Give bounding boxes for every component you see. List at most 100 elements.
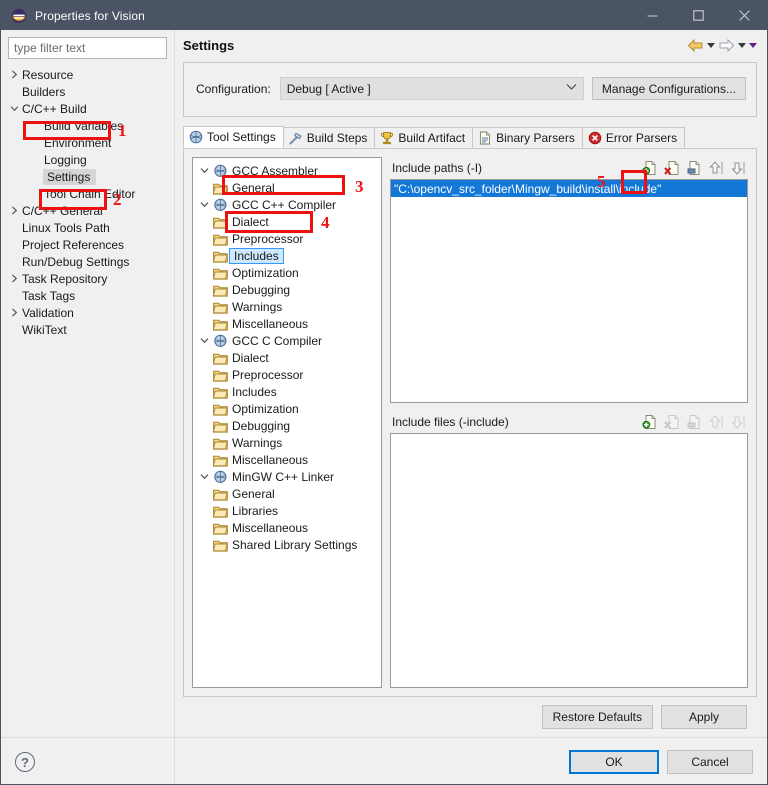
tool-tree-general[interactable]: General	[193, 179, 381, 196]
tool-tree-gcc-assembler[interactable]: GCC Assembler	[193, 162, 381, 179]
navigation-arrows	[687, 38, 757, 53]
tab-build-steps[interactable]: Build Steps	[282, 127, 376, 148]
tool-tree-gcc-c-compiler[interactable]: GCC C Compiler	[193, 332, 381, 349]
tool-tree-miscellaneous[interactable]: Miscellaneous	[193, 519, 381, 536]
chevron-right-icon[interactable]	[7, 274, 21, 283]
sidebar-item-settings[interactable]: Settings	[1, 168, 174, 185]
back-dropdown-icon[interactable]	[707, 43, 715, 48]
sidebar-item-wikitext[interactable]: WikiText	[1, 321, 174, 338]
tab-tool-settings[interactable]: Tool Settings	[183, 126, 284, 148]
restore-defaults-button[interactable]: Restore Defaults	[541, 705, 653, 729]
chevron-right-icon[interactable]	[7, 308, 21, 317]
tool-tree-label: Optimization	[232, 265, 299, 280]
sidebar-item-resource[interactable]: Resource	[1, 66, 174, 83]
settings-header: Settings	[175, 30, 767, 61]
tool-tree-includes[interactable]: Includes	[193, 383, 381, 400]
minimize-button[interactable]	[629, 1, 675, 30]
chevron-down-icon[interactable]	[197, 336, 212, 345]
forward-dropdown-icon[interactable]	[738, 43, 746, 48]
tool-tree-miscellaneous[interactable]: Miscellaneous	[193, 451, 381, 468]
sidebar-item-label: Resource	[22, 67, 74, 82]
sidebar-item-logging[interactable]: Logging	[1, 151, 174, 168]
folder-icon	[212, 181, 229, 195]
tool-tree-libraries[interactable]: Libraries	[193, 502, 381, 519]
chevron-right-icon[interactable]	[7, 70, 21, 79]
property-page-tree[interactable]: Resource Builders C/C++ Build Build Variabl…	[1, 63, 174, 737]
tool-tree-dialect[interactable]: Dialect	[193, 213, 381, 230]
include-files-add-button[interactable]	[641, 414, 658, 431]
sidebar-item-build-variables[interactable]: Build Variables	[1, 117, 174, 134]
include-files-edit-button[interactable]	[685, 414, 702, 431]
chevron-right-icon[interactable]	[7, 206, 21, 215]
tool-tree-label: Miscellaneous	[232, 316, 309, 331]
tab-binary-parsers[interactable]: Binary Parsers	[472, 127, 583, 148]
include-files-list[interactable]	[390, 433, 748, 688]
include-paths-add-button[interactable]	[641, 160, 658, 177]
include-files-move-up-button[interactable]	[707, 414, 724, 431]
tool-tree-warnings[interactable]: Warnings	[193, 434, 381, 451]
sidebar-item-project-references[interactable]: Project References	[1, 236, 174, 253]
back-arrow-icon[interactable]	[687, 38, 704, 53]
include-files-delete-button[interactable]	[663, 414, 680, 431]
tool-tree-warnings[interactable]: Warnings	[193, 298, 381, 315]
tool-options-tree[interactable]: GCC Assembler General GCC C++ Compiler Dial…	[192, 157, 382, 688]
forward-arrow-icon[interactable]	[718, 38, 735, 53]
tool-tree-preprocessor[interactable]: Preprocessor	[193, 366, 381, 383]
include-paths-header: Include paths (-I)	[390, 157, 748, 179]
tool-tree-gcc-cpp-compiler[interactable]: GCC C++ Compiler	[193, 196, 381, 213]
include-paths-move-down-button[interactable]	[729, 160, 746, 177]
tool-tree-general[interactable]: General	[193, 485, 381, 502]
eclipse-icon	[10, 7, 27, 24]
close-button[interactable]	[721, 1, 767, 30]
tool-tree-optimization[interactable]: Optimization	[193, 264, 381, 281]
sidebar-item-environment[interactable]: Environment	[1, 134, 174, 151]
apply-button[interactable]: Apply	[661, 705, 747, 729]
filter-input[interactable]	[8, 37, 167, 59]
include-paths-list[interactable]: "C:\opencv_src_folder\Mingw_build\instal…	[390, 179, 748, 403]
include-paths-move-up-button[interactable]	[707, 160, 724, 177]
tab-error-parsers[interactable]: Error Parsers	[581, 127, 686, 148]
sidebar-item-linux-tools-path[interactable]: Linux Tools Path	[1, 219, 174, 236]
tool-tree-debugging[interactable]: Debugging	[193, 417, 381, 434]
help-icon[interactable]: ?	[15, 752, 35, 772]
chevron-down-icon[interactable]	[197, 200, 212, 209]
tab-build-artifact[interactable]: Build Artifact	[374, 127, 474, 148]
sidebar-item-tool-chain-editor[interactable]: Tool Chain Editor	[1, 185, 174, 202]
sidebar-item-validation[interactable]: Validation	[1, 304, 174, 321]
tool-tree-includes[interactable]: Includes	[193, 247, 381, 264]
ok-button[interactable]: OK	[569, 750, 659, 774]
settings-tabs[interactable]: Tool Settings Build Steps Build Artifact Bi…	[183, 126, 757, 148]
tool-tree-miscellaneous[interactable]: Miscellaneous	[193, 315, 381, 332]
tool-tree-shared-library-settings[interactable]: Shared Library Settings	[193, 536, 381, 553]
tool-tree-mingw-cpp-linker[interactable]: MinGW C++ Linker	[193, 468, 381, 485]
tool-tree-label: Preprocessor	[232, 367, 304, 382]
tool-tree-optimization[interactable]: Optimization	[193, 400, 381, 417]
tool-tree-debugging[interactable]: Debugging	[193, 281, 381, 298]
tool-tree-preprocessor[interactable]: Preprocessor	[193, 230, 381, 247]
view-menu-icon[interactable]	[749, 43, 757, 48]
tool-tree-label: Miscellaneous	[232, 452, 309, 467]
maximize-button[interactable]	[675, 1, 721, 30]
chevron-down-icon[interactable]	[7, 104, 21, 113]
include-paths-edit-button[interactable]	[685, 160, 702, 177]
sidebar-item-builders[interactable]: Builders	[1, 83, 174, 100]
manage-configurations-button[interactable]: Manage Configurations...	[591, 77, 746, 100]
sidebar-item-run-debug-settings[interactable]: Run/Debug Settings	[1, 253, 174, 270]
sidebar-item-label: WikiText	[22, 322, 67, 337]
window-controls	[629, 1, 767, 30]
include-path-row[interactable]: "C:\opencv_src_folder\Mingw_build\instal…	[391, 180, 747, 197]
cancel-button[interactable]: Cancel	[667, 750, 753, 774]
tool-tree-dialect[interactable]: Dialect	[193, 349, 381, 366]
include-paths-delete-button[interactable]	[663, 160, 680, 177]
sidebar-item-c-c-build[interactable]: C/C++ Build	[1, 100, 174, 117]
sidebar-item-label: C/C++ General	[22, 203, 103, 218]
sidebar-item-task-repository[interactable]: Task Repository	[1, 270, 174, 287]
sidebar-item-label: Tool Chain Editor	[44, 186, 136, 201]
chevron-down-icon[interactable]	[197, 166, 212, 175]
sidebar-item-task-tags[interactable]: Task Tags	[1, 287, 174, 304]
configuration-value: Debug [ Active ]	[286, 81, 371, 96]
chevron-down-icon[interactable]	[197, 472, 212, 481]
sidebar-item-c-c-general[interactable]: C/C++ General	[1, 202, 174, 219]
configuration-dropdown[interactable]: Debug [ Active ]	[279, 77, 584, 100]
include-files-move-down-button[interactable]	[729, 414, 746, 431]
